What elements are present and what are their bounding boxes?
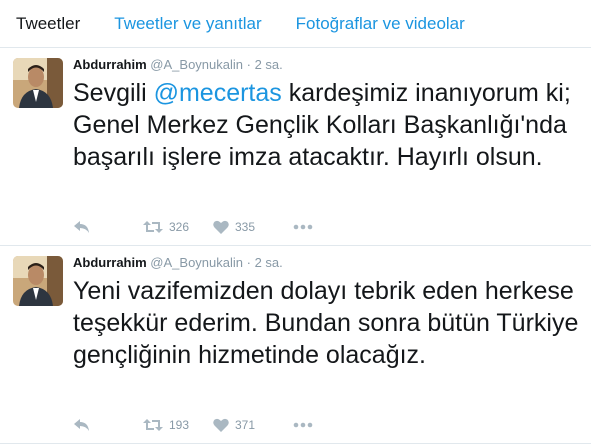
like-count: 335: [235, 220, 256, 234]
tweet-text: Yeni vazifemizden dolayı tebrik eden her…: [73, 277, 579, 369]
tweet-header: Abdurrahim @A_Boynukalin · 2 sa.: [73, 255, 283, 270]
retweet-count: 193: [169, 418, 190, 432]
retweet-button[interactable]: 326: [143, 220, 213, 234]
like-count: 371: [235, 418, 256, 432]
tab-tweets[interactable]: Tweetler: [16, 14, 80, 34]
retweet-icon: [143, 419, 163, 431]
author-name[interactable]: Abdurrahim: [73, 255, 147, 270]
avatar[interactable]: [13, 58, 63, 108]
tweet-text-part: Sevgili: [73, 79, 154, 107]
separator-dot: ·: [246, 57, 251, 72]
tab-photos-and-videos[interactable]: Fotoğraflar ve videolar: [296, 14, 465, 34]
more-button[interactable]: [293, 224, 313, 230]
author-handle[interactable]: @A_Boynukalin: [150, 57, 243, 72]
more-button[interactable]: [293, 422, 313, 428]
mention-link[interactable]: @mecertas: [154, 79, 282, 107]
tweet-time[interactable]: 2 sa.: [255, 57, 283, 72]
heart-icon: [213, 418, 229, 432]
tweet-actions: 326 335: [73, 218, 313, 236]
more-icon: [293, 224, 313, 230]
like-button[interactable]: 335: [213, 220, 293, 234]
reply-icon: [74, 221, 89, 233]
reply-icon: [74, 419, 89, 431]
tweet-text: Sevgili @mecertas kardeşimiz inanıyorum …: [73, 77, 583, 173]
profile-tabs: Tweetler Tweetler ve yanıtlar Fotoğrafla…: [0, 0, 591, 48]
author-name[interactable]: Abdurrahim: [73, 57, 147, 72]
tweet-time[interactable]: 2 sa.: [255, 255, 283, 270]
more-icon: [293, 422, 313, 428]
like-button[interactable]: 371: [213, 418, 293, 432]
author-handle[interactable]: @A_Boynukalin: [150, 255, 243, 270]
retweet-count: 326: [169, 220, 190, 234]
retweet-button[interactable]: 193: [143, 418, 213, 432]
tweet[interactable]: Abdurrahim @A_Boynukalin · 2 sa. Yeni va…: [0, 246, 591, 444]
tweet-actions: 193 371: [73, 416, 313, 434]
heart-icon: [213, 220, 229, 234]
tab-tweets-and-replies[interactable]: Tweetler ve yanıtlar: [114, 14, 261, 34]
tweet[interactable]: Abdurrahim @A_Boynukalin · 2 sa. Sevgili…: [0, 48, 591, 246]
separator-dot: ·: [246, 255, 251, 270]
reply-button[interactable]: [73, 220, 143, 234]
avatar[interactable]: [13, 256, 63, 306]
retweet-icon: [143, 221, 163, 233]
tweet-header: Abdurrahim @A_Boynukalin · 2 sa.: [73, 57, 283, 72]
reply-button[interactable]: [73, 418, 143, 432]
